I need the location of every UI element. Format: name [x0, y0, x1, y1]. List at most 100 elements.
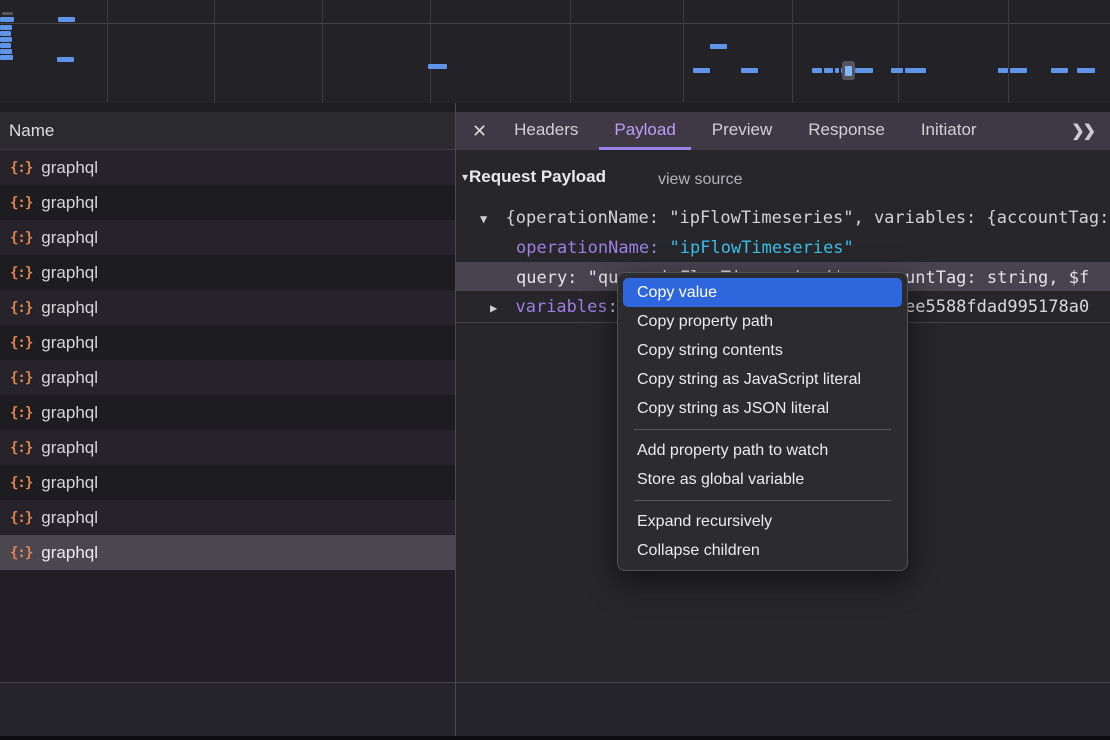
request-row[interactable]: {:} graphql	[0, 465, 455, 500]
request-row[interactable]: {:} graphql	[0, 185, 455, 220]
network-overview[interactable]	[0, 0, 1110, 104]
network-activity-bar	[905, 68, 926, 73]
network-activity-bar	[0, 49, 12, 54]
network-activity-bar	[58, 17, 75, 22]
json-braces-icon: {:}	[10, 370, 32, 386]
timeline-gridline	[430, 0, 431, 103]
json-braces-icon: {:}	[10, 300, 32, 316]
network-activity-bar	[0, 17, 14, 22]
request-row[interactable]: {:} graphql	[0, 360, 455, 395]
selected-request-bar	[845, 66, 852, 76]
tab-strip: HeadersPayloadPreviewResponseInitiator	[499, 112, 991, 150]
request-row[interactable]: {:} graphql	[0, 500, 455, 535]
menu-item-expand-recursively[interactable]: Expand recursively	[623, 507, 902, 536]
payload-root-row[interactable]: ▼ {operationName: "ipFlowTimeseries", va…	[480, 207, 1110, 230]
request-name: graphql	[41, 228, 98, 248]
network-activity-bar	[891, 68, 903, 73]
network-activity-bar	[0, 25, 12, 30]
name-column-label: Name	[9, 121, 54, 141]
menu-item-copy-string-as-json-literal[interactable]: Copy string as JSON literal	[623, 394, 902, 423]
request-name: graphql	[41, 263, 98, 283]
request-row[interactable]: {:} graphql	[0, 535, 455, 570]
network-activity-bar	[0, 55, 13, 60]
request-name: graphql	[41, 158, 98, 178]
close-icon[interactable]: ✕	[472, 112, 487, 150]
timeline-gridline	[107, 0, 108, 103]
request-name: graphql	[41, 473, 98, 493]
request-name: graphql	[41, 508, 98, 528]
tab-initiator[interactable]: Initiator	[906, 112, 992, 150]
panel-divider[interactable]	[455, 103, 456, 736]
json-braces-icon: {:}	[10, 475, 32, 491]
request-row[interactable]: {:}graphql	[0, 430, 455, 465]
network-activity-bar	[824, 68, 833, 73]
json-braces-icon: {:}	[10, 230, 32, 246]
network-activity-bar	[1077, 68, 1095, 73]
request-name: graphql	[41, 193, 98, 213]
request-row[interactable]: {:}graphql	[0, 255, 455, 290]
request-payload-section-header[interactable]: ▾Request Payload	[462, 166, 606, 188]
menu-item-copy-string-contents[interactable]: Copy string contents	[623, 336, 902, 365]
network-activity-bar	[428, 64, 447, 69]
payload-object-preview: {operationName: "ipFlowTimeseries", vari…	[505, 208, 1110, 228]
request-name: graphql	[41, 368, 98, 388]
overview-gap	[0, 103, 1110, 112]
request-row[interactable]: {:}graphql	[0, 395, 455, 430]
network-activity-bar	[1010, 68, 1027, 73]
request-row[interactable]: {:} graphql	[0, 150, 455, 185]
menu-item-collapse-children[interactable]: Collapse children	[623, 536, 902, 565]
timeline-gridline	[792, 0, 793, 103]
property-key: operationName:	[516, 238, 659, 258]
network-activity-bar-gray	[2, 12, 13, 15]
network-activity-bar	[998, 68, 1008, 73]
operation-name-row[interactable]: operationName: "ipFlowTimeseries"	[516, 237, 854, 259]
tab-headers[interactable]: Headers	[499, 112, 593, 150]
menu-item-copy-property-path[interactable]: Copy property path	[623, 307, 902, 336]
query-value-clipped: untTag: string, $f	[905, 267, 1089, 289]
request-list-empty-area	[0, 570, 455, 682]
property-key: query:	[516, 268, 577, 288]
context-menu: Copy valueCopy property pathCopy string …	[617, 272, 908, 571]
menu-item-add-property-path-to-watch[interactable]: Add property path to watch	[623, 436, 902, 465]
name-column-header[interactable]: Name	[0, 112, 455, 150]
network-activity-bar	[710, 44, 727, 49]
more-tabs-icon[interactable]: ❯❯	[1071, 112, 1094, 150]
expand-triangle-icon[interactable]: ▼	[480, 212, 487, 226]
devtools-network-panel: Name {:}graphql{:}graphql{:}graphql{:}gr…	[0, 0, 1110, 740]
menu-separator	[634, 500, 891, 501]
request-name: graphql	[41, 543, 98, 563]
network-activity-bar	[1051, 68, 1068, 73]
json-braces-icon: {:}	[10, 545, 32, 561]
timeline-gridline	[1008, 0, 1009, 103]
json-braces-icon: {:}	[10, 160, 32, 176]
network-activity-bar	[57, 57, 74, 62]
timeline-gridline	[898, 0, 899, 103]
tab-payload[interactable]: Payload	[599, 112, 690, 150]
request-name: graphql	[41, 403, 98, 423]
detail-tab-bar: ✕ HeadersPayloadPreviewResponseInitiator…	[456, 112, 1110, 150]
expand-triangle-icon[interactable]: ▶	[490, 301, 497, 315]
timeline-gridline	[322, 0, 323, 103]
request-name: graphql	[41, 333, 98, 353]
timeline-gridline	[570, 0, 571, 103]
json-braces-icon: {:}	[10, 440, 32, 456]
menu-item-copy-value[interactable]: Copy value	[623, 278, 902, 307]
request-list: {:} graphql {:} graphql {:} graphql {:} graphql…	[0, 150, 455, 570]
section-collapse-icon[interactable]: ▾	[462, 170, 468, 184]
menu-item-copy-string-as-javascript-literal[interactable]: Copy string as JavaScript literal	[623, 365, 902, 394]
selected-request-marker	[842, 61, 855, 80]
menu-separator	[634, 429, 891, 430]
request-row[interactable]: {:}graphql	[0, 290, 455, 325]
network-activity-bar	[693, 68, 710, 73]
section-title: Request Payload	[469, 167, 606, 186]
tab-response[interactable]: Response	[793, 112, 900, 150]
view-source-link[interactable]: view source	[658, 169, 742, 191]
menu-item-store-as-global-variable[interactable]: Store as global variable	[623, 465, 902, 494]
request-row[interactable]: {:}graphql	[0, 325, 455, 360]
network-activity-bar	[835, 68, 839, 73]
request-row[interactable]: {:} graphql	[0, 220, 455, 255]
tab-preview[interactable]: Preview	[697, 112, 787, 150]
timeline-gridline	[214, 0, 215, 103]
json-braces-icon: {:}	[10, 510, 32, 526]
json-braces-icon: {:}	[10, 195, 32, 211]
